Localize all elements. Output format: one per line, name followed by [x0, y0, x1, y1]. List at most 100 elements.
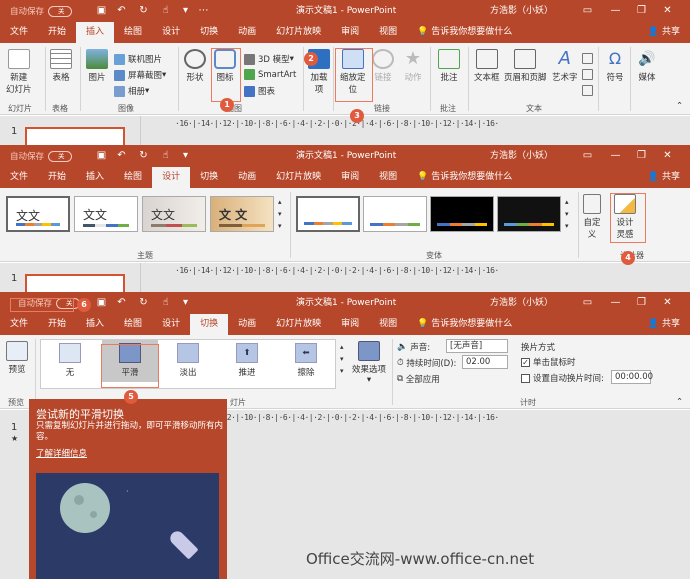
smartart-button[interactable]: SmartArt	[244, 69, 296, 80]
minimize-icon[interactable]: —	[610, 297, 621, 308]
new-slide-button[interactable]: 新建 幻灯片	[6, 49, 32, 95]
tab-review[interactable]: 审阅	[331, 167, 369, 188]
minimize-icon[interactable]: —	[610, 5, 621, 16]
tab-insert[interactable]: 插入	[76, 314, 114, 335]
save-icon[interactable]: ▣	[96, 297, 107, 308]
save-icon[interactable]: ▣	[96, 5, 107, 16]
restore-icon[interactable]: ❐	[636, 150, 647, 161]
tab-file[interactable]: 文件	[0, 167, 38, 188]
restore-icon[interactable]: ❐	[636, 297, 647, 308]
customize-button[interactable]: 自定 义	[583, 194, 601, 240]
restore-icon[interactable]: ❐	[636, 5, 647, 16]
album-button[interactable]: 相册 ▾	[114, 85, 149, 97]
variant-3[interactable]	[430, 196, 494, 232]
duration-input[interactable]: 02.00	[462, 355, 508, 369]
tell-me-box[interactable]: 💡 告诉我你想要做什么	[407, 22, 522, 43]
share-button[interactable]: 👤 共享	[638, 314, 690, 335]
tab-draw[interactable]: 绘图	[114, 22, 152, 43]
theme-3[interactable]: 文文	[142, 196, 206, 232]
share-button[interactable]: 👤 共享	[638, 22, 690, 43]
tab-review[interactable]: 审阅	[331, 314, 369, 335]
collapse-ribbon-icon[interactable]: ⌃	[676, 101, 683, 111]
after-time-checkbox[interactable]: 设置自动换片时间:	[521, 372, 604, 384]
learn-more-link[interactable]: 了解详细信息	[36, 447, 87, 459]
ribbon-display-icon[interactable]: ▭	[582, 150, 593, 161]
tab-animations[interactable]: 动画	[228, 314, 266, 335]
tab-slideshow[interactable]: 幻灯片放映	[266, 167, 331, 188]
transitions-scroll[interactable]: ▴ ▾ ▾	[340, 341, 344, 377]
touch-mode-icon[interactable]: ☝	[160, 5, 171, 16]
3d-model-button[interactable]: 3D 模型 ▾	[244, 53, 294, 65]
tab-animations[interactable]: 动画	[228, 167, 266, 188]
screenshot-button[interactable]: 屏幕截图 ▾	[114, 69, 166, 81]
chart-button[interactable]: 图表	[244, 85, 275, 97]
online-picture-button[interactable]: 联机图片	[114, 53, 162, 65]
sound-select[interactable]: [无声音]	[446, 339, 508, 353]
text-extra-button-1[interactable]	[582, 53, 596, 64]
tab-design[interactable]: 设计	[152, 167, 191, 188]
transition-push[interactable]: ⬆ 推进	[219, 340, 275, 382]
autosave-toggle[interactable]: 自动保存 关	[10, 5, 73, 17]
slide-thumbnail[interactable]	[25, 274, 125, 292]
preview-button[interactable]: 预览	[6, 341, 28, 375]
autosave-switch[interactable]: 关	[48, 150, 73, 162]
comment-button[interactable]: 批注	[438, 49, 460, 83]
variant-4[interactable]	[497, 196, 561, 232]
effect-options-button[interactable]: 效果选项 ▾	[352, 341, 386, 385]
share-button[interactable]: 👤 共享	[638, 167, 690, 188]
tab-file[interactable]: 文件	[0, 22, 38, 43]
apply-all-button[interactable]: ⧉ 全部应用	[397, 373, 440, 385]
tab-animations[interactable]: 动画	[228, 22, 266, 43]
customize-qat-icon[interactable]: ▾	[180, 297, 191, 308]
ribbon-display-icon[interactable]: ▭	[582, 297, 593, 308]
transition-wipe[interactable]: ⬅ 擦除	[278, 340, 334, 382]
theme-office[interactable]: 文文	[6, 196, 70, 232]
action-button[interactable]: ★ 动作	[402, 49, 424, 84]
tab-transitions[interactable]: 切换	[190, 22, 228, 43]
text-extra-button-2[interactable]	[582, 69, 596, 80]
transition-none[interactable]: 无	[42, 340, 98, 382]
close-icon[interactable]: ✕	[662, 5, 673, 16]
undo-icon[interactable]: ↶	[116, 297, 127, 308]
user-name[interactable]: 方浩影（小妖）	[490, 145, 553, 167]
tab-draw[interactable]: 绘图	[114, 314, 152, 335]
autosave-switch[interactable]: 关	[48, 5, 73, 17]
textbox-button[interactable]: 文本框	[474, 49, 500, 83]
tab-home[interactable]: 开始	[38, 314, 76, 335]
tab-design[interactable]: 设计	[152, 314, 190, 335]
text-extra-button-3[interactable]	[582, 85, 596, 96]
after-time-check[interactable]	[521, 373, 530, 383]
variant-1[interactable]	[296, 196, 360, 232]
customize-qat-icon[interactable]: ▾	[180, 5, 191, 16]
touch-mode-icon[interactable]: ☝	[160, 297, 171, 308]
tab-transitions[interactable]: 切换	[190, 167, 228, 188]
tab-design[interactable]: 设计	[152, 22, 190, 43]
tab-file[interactable]: 文件	[0, 314, 38, 335]
redo-icon[interactable]: ↻	[138, 150, 149, 161]
redo-icon[interactable]: ↻	[138, 5, 149, 16]
symbol-button[interactable]: Ω 符号	[604, 49, 626, 83]
redo-icon[interactable]: ↻	[138, 297, 149, 308]
after-time-input[interactable]: 00:00.00	[611, 370, 653, 384]
variants-scroll[interactable]: ▴ ▾ ▾	[565, 196, 569, 232]
tab-view[interactable]: 视图	[369, 314, 407, 335]
close-icon[interactable]: ✕	[662, 297, 673, 308]
tab-slideshow[interactable]: 幻灯片放映	[266, 22, 331, 43]
tab-transitions[interactable]: 切换	[190, 314, 229, 335]
transition-fade[interactable]: 淡出	[160, 340, 216, 382]
undo-icon[interactable]: ↶	[116, 150, 127, 161]
tab-insert[interactable]: 插入	[76, 22, 115, 43]
touch-mode-icon[interactable]: ☝	[160, 150, 171, 161]
link-button[interactable]: 链接	[372, 49, 394, 83]
tab-review[interactable]: 审阅	[331, 22, 369, 43]
shapes-button[interactable]: 形状	[184, 49, 206, 83]
tab-home[interactable]: 开始	[38, 22, 76, 43]
user-name[interactable]: 方浩影（小妖）	[490, 292, 553, 314]
customize-qat-icon[interactable]: ▾	[180, 150, 191, 161]
on-click-check[interactable]: ✓	[521, 357, 530, 367]
on-click-checkbox[interactable]: ✓ 单击鼠标时	[521, 356, 576, 368]
theme-2[interactable]: 文文	[74, 196, 138, 232]
tab-home[interactable]: 开始	[38, 167, 76, 188]
slide-thumbnail[interactable]	[25, 127, 125, 145]
collapse-ribbon-icon[interactable]: ⌃	[676, 397, 683, 407]
